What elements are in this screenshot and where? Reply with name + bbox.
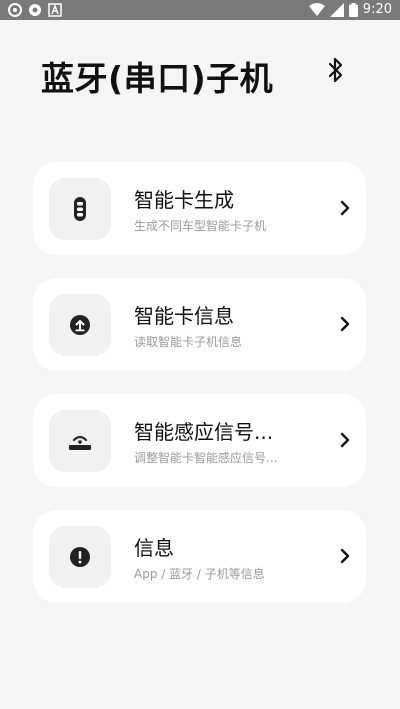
menu-icon-box [49,410,111,472]
menu-item-title: 智能卡信息 [134,304,234,328]
menu-item-subtitle: 读取智能卡子机信息 [134,335,243,349]
chevron-right-icon [340,548,350,564]
sync-icon [8,3,22,17]
menu-item-title: 信息 [134,536,174,560]
status-time: 9:20 [362,2,392,17]
menu-icon-box [49,178,111,240]
bluetooth-button[interactable] [322,54,350,86]
menu-item-card-info[interactable]: 智能卡信息 读取智能卡子机信息 [33,278,366,371]
menu-item-title: 智能感应信号... [134,420,274,444]
signal-sensor-icon [69,435,91,450]
chevron-right-icon [340,200,350,216]
menu-item-title: 智能卡生成 [134,188,234,212]
signal-icon [329,2,344,17]
bluetooth-icon [328,57,343,83]
page-title: 蓝牙(串口)子机 [41,59,274,98]
status-right-icons: 9:20 [308,2,392,17]
battery-icon [348,2,358,17]
menu-item-subtitle: 调整智能卡智能感应信号... [134,451,278,465]
wifi-icon [308,2,325,16]
menu-item-card-sensor[interactable]: 智能感应信号... 调整智能卡智能感应信号... [33,394,366,487]
status-left-icons [8,3,62,17]
menu-item-card-about[interactable]: 信息 App / 蓝牙 / 子机等信息 [33,510,366,603]
chevron-right-icon [340,316,350,332]
settings-icon [29,4,41,16]
car-key-icon [74,197,86,221]
upload-icon [70,315,90,335]
menu-item-subtitle: 生成不同车型智能卡子机 [134,219,267,233]
a-icon [48,3,62,17]
menu-item-subtitle: App / 蓝牙 / 子机等信息 [134,567,265,581]
status-bar: 9:20 [0,0,400,20]
info-icon [70,547,90,567]
menu-item-card-generate[interactable]: 智能卡生成 生成不同车型智能卡子机 [33,162,366,255]
chevron-right-icon [340,432,350,448]
menu-icon-box [49,526,111,588]
menu-icon-box [49,294,111,356]
